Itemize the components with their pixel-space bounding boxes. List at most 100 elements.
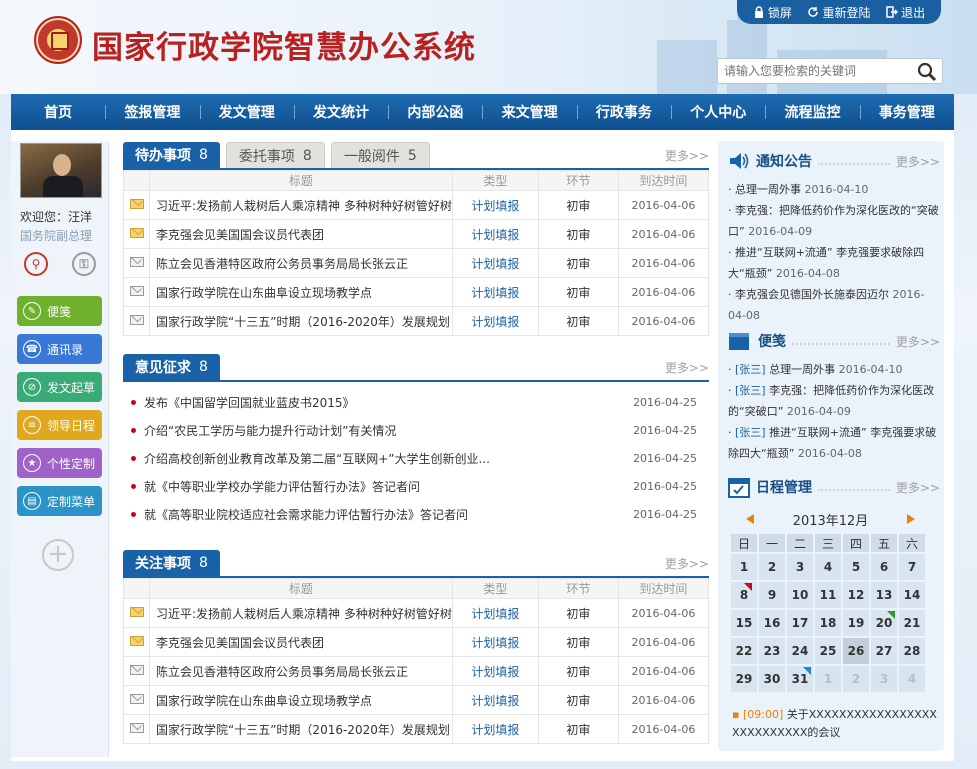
add-shortcut-button[interactable]: + — [42, 539, 74, 571]
memo-button[interactable]: ✎ 便笺 — [17, 296, 102, 326]
table-row[interactable]: 李克强会见美国国会议员代表团 计划填报 初审 2016-04-06 — [123, 219, 710, 249]
prev-month-button[interactable] — [746, 514, 754, 524]
key-icon[interactable]: ⚿ — [72, 252, 96, 276]
calendar-day[interactable]: 15 — [730, 609, 758, 637]
nav-home[interactable]: 首页 — [11, 102, 105, 122]
opinion-more-link[interactable]: 更多>> — [665, 359, 709, 376]
list-item[interactable]: · [张三] 推进“互联网+流通” 李克强要求破除四大“瓶颈” 2016-04-… — [728, 422, 940, 464]
calendar-day-other[interactable]: 4 — [898, 665, 926, 693]
calendar-day-today[interactable]: 26 — [842, 637, 870, 665]
calendar-day[interactable]: 31 — [786, 665, 814, 693]
focus-table: 标题 类型 环节 到达时间 习近平:发扬前人栽树后人乘凉精神 多种树种好树管好树… — [123, 578, 710, 744]
nav-personal[interactable]: 个人中心 — [671, 102, 765, 122]
todo-more-link[interactable]: 更多>> — [665, 147, 709, 164]
schedule-event[interactable]: ▪ [09:00] 关于XXXXXXXXXXXXXXXXXXXXXXXXXXX的… — [732, 706, 938, 742]
profile-icon[interactable]: ⚲ — [24, 252, 48, 276]
search-icon[interactable] — [916, 61, 938, 83]
calendar-day[interactable]: 25 — [814, 637, 842, 665]
tab-focus[interactable]: 关注事项 8 — [123, 550, 220, 576]
calendar-day[interactable]: 19 — [842, 609, 870, 637]
calendar-day[interactable]: 30 — [758, 665, 786, 693]
calendar-day[interactable]: 9 — [758, 581, 786, 609]
calendar-day[interactable]: 14 — [898, 581, 926, 609]
table-row[interactable]: 国家行政学院在山东曲阜设立现场教学点 计划填报 初审 2016-04-06 — [123, 277, 710, 307]
nav-monitor[interactable]: 流程监控 — [765, 102, 859, 122]
focus-more-link[interactable]: 更多>> — [665, 555, 709, 572]
mail-new-icon — [129, 228, 144, 238]
calendar-day[interactable]: 17 — [786, 609, 814, 637]
calendar-day-other[interactable]: 3 — [870, 665, 898, 693]
table-row[interactable]: 李克强会见美国国会议员代表团 计划填报 初审 2016-04-06 — [123, 627, 710, 657]
calendar-day[interactable]: 10 — [786, 581, 814, 609]
calendar-day[interactable]: 3 — [786, 553, 814, 581]
table-row[interactable]: 国家行政学院“十三五”时期（2016-2020年）发展规划 计划填报 初审 2016-… — [123, 714, 710, 744]
custom-menu-button[interactable]: ▤ 定制菜单 — [17, 486, 102, 516]
contacts-button[interactable]: ☎ 通讯录 — [17, 334, 102, 364]
nav-report[interactable]: 签报管理 — [105, 102, 199, 122]
nav-letters[interactable]: 内部公函 — [388, 102, 482, 122]
table-row[interactable]: 陈立会见香港特区政府公务员事务局局长张云正 计划填报 初审 2016-04-06 — [123, 248, 710, 278]
tab-delegated[interactable]: 委托事项 8 — [225, 142, 325, 168]
calendar-day[interactable]: 27 — [870, 637, 898, 665]
calendar-day[interactable]: 29 — [730, 665, 758, 693]
schedule-more-link[interactable]: 更多>> — [896, 479, 940, 496]
calendar-day[interactable]: 16 — [758, 609, 786, 637]
list-item[interactable]: · 总理一周外事 2016-04-10 — [728, 179, 940, 200]
memo-more-link[interactable]: 更多>> — [896, 333, 940, 350]
calendar-day[interactable]: 28 — [898, 637, 926, 665]
table-row[interactable]: 陈立会见香港特区政府公务员事务局局长张云正 计划填报 初审 2016-04-06 — [123, 656, 710, 686]
calendar-day[interactable]: 8 — [730, 581, 758, 609]
tab-general-read[interactable]: 一般阅件 5 — [330, 142, 430, 168]
opinion-panel: 意见征求 8 更多>> 发布《中国留学回国就业蓝皮书2015》 2016-04-25… — [123, 354, 709, 528]
relogin-button[interactable]: 重新登陆 — [807, 4, 870, 21]
nav-incoming[interactable]: 来文管理 — [482, 102, 576, 122]
calendar-day[interactable]: 20 — [870, 609, 898, 637]
table-row[interactable]: 习近平:发扬前人栽树后人乘凉精神 多种树种好树管好树 计划填报 初审 2016-04-… — [123, 598, 710, 628]
list-item[interactable]: 介绍“农民工学历与能力提升行动计划”有关情况 2016-04-25 — [123, 416, 709, 444]
next-month-button[interactable] — [907, 514, 915, 524]
weekday: 五 — [870, 533, 898, 553]
calendar-day[interactable]: 11 — [814, 581, 842, 609]
table-row[interactable]: 国家行政学院在山东曲阜设立现场教学点 计划填报 初审 2016-04-06 — [123, 685, 710, 715]
draft-button[interactable]: ⊘ 发文起草 — [17, 372, 102, 402]
list-item[interactable]: 发布《中国留学回国就业蓝皮书2015》 2016-04-25 — [123, 388, 709, 416]
list-item[interactable]: 就《中等职业学校办学能力评估暂行办法》答记者问 2016-04-25 — [123, 472, 709, 500]
leader-schedule-button[interactable]: ≡ 领导日程 — [17, 410, 102, 440]
calendar-day[interactable]: 2 — [758, 553, 786, 581]
table-row[interactable]: 国家行政学院“十三五”时期（2016-2020年）发展规划 计划填报 初审 2016-… — [123, 306, 710, 336]
list-item[interactable]: · 推进“互联网+流通” 李克强要求破除四大“瓶颈” 2016-04-08 — [728, 242, 940, 284]
list-item[interactable]: · 李克强：把降低药价作为深化医改的“突破口” 2016-04-09 — [728, 200, 940, 242]
calendar-day[interactable]: 18 — [814, 609, 842, 637]
customize-button[interactable]: ★ 个性定制 — [17, 448, 102, 478]
calendar-day[interactable]: 21 — [898, 609, 926, 637]
list-item[interactable]: 介绍高校创新创业教育改革及第二届“互联网+”大学生创新创业... 2016-04-… — [123, 444, 709, 472]
list-item[interactable]: · [张三] 李克强：把降低药价作为深化医改的“突破口” 2016-04-09 — [728, 380, 940, 422]
calendar-day[interactable]: 1 — [730, 553, 758, 581]
nav-statistics[interactable]: 发文统计 — [293, 102, 388, 122]
list-item[interactable]: · 李克强会见德国外长施泰因迈尔 2016-04-08 — [728, 284, 940, 326]
nav-admin[interactable]: 行政事务 — [576, 102, 671, 122]
notice-more-link[interactable]: 更多>> — [896, 153, 940, 170]
calendar-day[interactable]: 4 — [814, 553, 842, 581]
calendar-day[interactable]: 7 — [898, 553, 926, 581]
mail-new-icon — [129, 636, 144, 646]
calendar-day[interactable]: 5 — [842, 553, 870, 581]
calendar-day-other[interactable]: 2 — [842, 665, 870, 693]
nav-affairs[interactable]: 事务管理 — [859, 102, 954, 122]
calendar-day[interactable]: 22 — [730, 637, 758, 665]
calendar-day[interactable]: 6 — [870, 553, 898, 581]
calendar-day[interactable]: 12 — [842, 581, 870, 609]
nav-document[interactable]: 发文管理 — [199, 102, 294, 122]
lock-screen-button[interactable]: 锁屏 — [753, 4, 792, 21]
search-input[interactable] — [718, 59, 908, 83]
calendar-day[interactable]: 24 — [786, 637, 814, 665]
list-item[interactable]: 就《高等职业院校适应社会需求能力评估暂行办法》答记者问 2016-04-25 — [123, 500, 709, 528]
tab-todo[interactable]: 待办事项 8 — [123, 142, 220, 168]
calendar-day[interactable]: 23 — [758, 637, 786, 665]
list-item[interactable]: · [张三] 总理一周外事 2016-04-10 — [728, 359, 940, 380]
tab-opinion[interactable]: 意见征求 8 — [123, 354, 220, 380]
logout-button[interactable]: 退出 — [886, 4, 925, 21]
calendar-day[interactable]: 13 — [870, 581, 898, 609]
calendar-day-other[interactable]: 1 — [814, 665, 842, 693]
table-row[interactable]: 习近平:发扬前人栽树后人乘凉精神 多种树种好树管好树 计划填报 初审 2016-04-… — [123, 190, 710, 220]
